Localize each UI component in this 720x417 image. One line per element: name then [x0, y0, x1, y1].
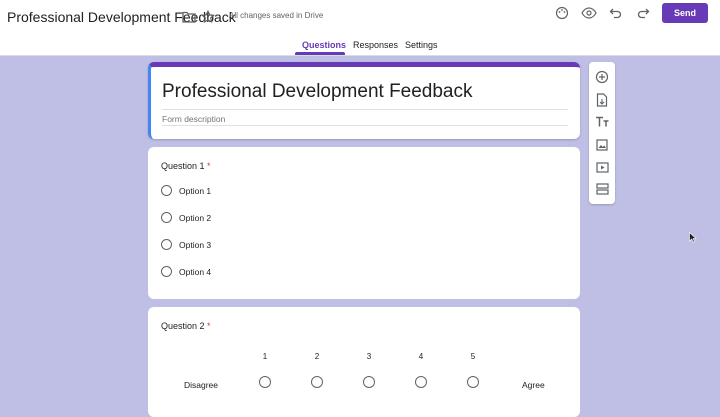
save-status: All changes saved in Drive: [229, 11, 324, 20]
scale-radio-5[interactable]: [467, 376, 479, 388]
required-marker: *: [207, 321, 211, 331]
option-label: Option 2: [179, 212, 212, 223]
send-button[interactable]: Send: [662, 3, 708, 23]
add-image-icon[interactable]: [594, 137, 610, 153]
tab-responses[interactable]: Responses: [353, 40, 398, 50]
top-bar: Professional Development Feedback All ch…: [0, 0, 720, 56]
radio-icon[interactable]: [161, 239, 172, 250]
tab-questions[interactable]: Questions: [302, 40, 346, 50]
option-2[interactable]: Option 2: [161, 212, 211, 223]
question-card-1[interactable]: Question 1 * Option 1 Option 2 Option 3 …: [148, 147, 580, 299]
scale-number-5: 5: [470, 352, 476, 361]
add-question-icon[interactable]: [594, 69, 610, 85]
scale-low-label: Disagree: [184, 380, 219, 390]
scale-radio-4[interactable]: [415, 376, 427, 388]
add-title-icon[interactable]: [594, 114, 610, 130]
add-section-icon[interactable]: [594, 181, 610, 197]
radio-icon[interactable]: [161, 266, 172, 277]
title-divider: [162, 109, 568, 110]
scale-radio-1[interactable]: [259, 376, 271, 388]
scale-number-1: 1: [262, 352, 268, 361]
redo-icon[interactable]: [634, 4, 652, 22]
import-questions-icon[interactable]: [594, 92, 610, 108]
question-card-2[interactable]: Question 2 * Disagree 1 2 3 4 5 Agree: [148, 307, 580, 417]
palette-icon[interactable]: [553, 4, 571, 22]
scale-high-label: Agree: [522, 380, 545, 390]
eye-icon[interactable]: [580, 4, 598, 22]
required-marker: *: [207, 161, 211, 171]
option-1[interactable]: Option 1: [161, 185, 211, 196]
mouse-cursor-icon: [689, 230, 697, 248]
radio-icon[interactable]: [161, 185, 172, 196]
option-4[interactable]: Option 4: [161, 266, 211, 277]
active-tab-indicator: [295, 52, 345, 55]
option-label: Option 4: [179, 266, 212, 277]
radio-icon[interactable]: [161, 212, 172, 223]
scale-number-3: 3: [366, 352, 372, 361]
scale-number-4: 4: [418, 352, 424, 361]
star-icon[interactable]: [199, 8, 217, 26]
form-description-input[interactable]: Form description: [162, 114, 225, 124]
question-title-text: Question 2: [161, 321, 205, 331]
question-title-text: Question 1: [161, 161, 205, 171]
option-label: Option 3: [179, 239, 212, 250]
scale-radio-2[interactable]: [311, 376, 323, 388]
scale-number-2: 2: [314, 352, 320, 361]
question-title: Question 1 *: [161, 161, 211, 171]
form-title-card: Professional Development Feedback Form d…: [148, 62, 580, 139]
tab-settings[interactable]: Settings: [405, 40, 438, 50]
form-title[interactable]: Professional Development Feedback: [162, 81, 473, 103]
option-label: Option 1: [179, 185, 212, 196]
floating-toolbar: [589, 62, 615, 204]
option-3[interactable]: Option 3: [161, 239, 211, 250]
folder-icon[interactable]: [180, 8, 198, 26]
undo-icon[interactable]: [607, 4, 625, 22]
add-video-icon[interactable]: [594, 159, 610, 175]
scale-radio-3[interactable]: [363, 376, 375, 388]
description-divider: [162, 125, 568, 126]
question-title: Question 2 *: [161, 321, 211, 331]
